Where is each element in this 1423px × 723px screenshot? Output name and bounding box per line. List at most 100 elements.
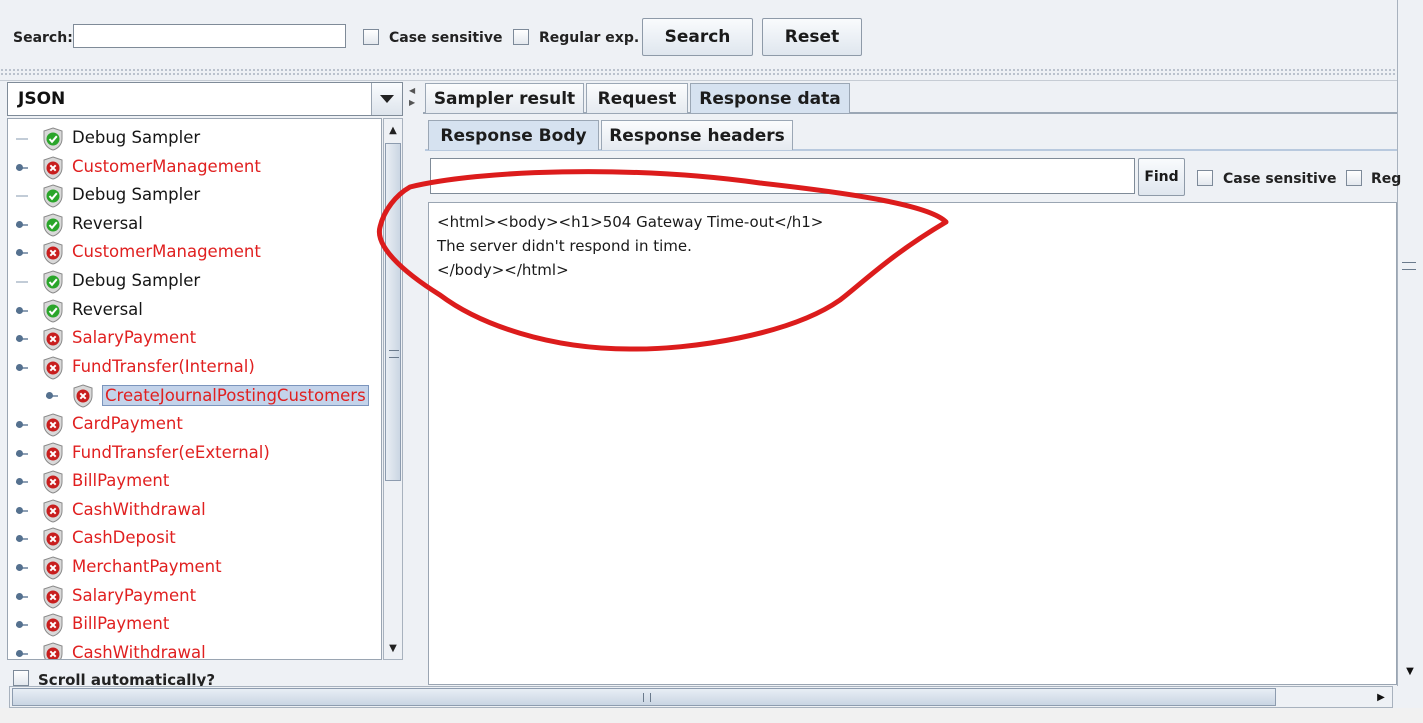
tree-row[interactable]: SalaryPayment [8, 325, 381, 353]
tab-request[interactable]: Request [586, 83, 688, 113]
tree-expand-icon[interactable] [16, 249, 23, 257]
error-shield-icon [43, 356, 63, 380]
tab-response-body[interactable]: Response Body [428, 120, 599, 150]
tree-row[interactable]: CashDeposit [8, 525, 381, 553]
annotation-circle [376, 169, 949, 352]
tree-item-label: FundTransfer(eExternal) [72, 442, 270, 462]
tree-row[interactable]: CashWithdrawal [8, 497, 381, 525]
tree-expand-icon[interactable] [16, 506, 23, 514]
splitter-left-arrow-icon[interactable]: ◀ [409, 86, 415, 95]
tree-row[interactable]: FundTransfer(eExternal) [8, 440, 381, 468]
error-shield-icon [43, 585, 63, 609]
tree-item-label: CashDeposit [72, 528, 176, 548]
search-label: Search: [13, 30, 73, 46]
chevron-down-icon[interactable] [371, 83, 402, 115]
tree-row[interactable]: Debug Sampler [8, 125, 381, 153]
splitter-right-arrow-icon[interactable]: ▶ [409, 98, 415, 107]
tree-item-label: Debug Sampler [72, 185, 201, 205]
renderer-value: JSON [18, 89, 66, 109]
success-shield-icon [43, 299, 63, 323]
tree-row[interactable]: Debug Sampler [8, 268, 381, 296]
regex-checkbox[interactable] [513, 29, 529, 45]
tree-row[interactable]: Reversal [8, 211, 381, 239]
horizontal-scrollbar[interactable]: ▶ [9, 686, 1393, 708]
right-scroll-down-icon[interactable]: ▼ [1400, 660, 1420, 682]
success-shield-icon [43, 127, 63, 151]
error-shield-icon [43, 527, 63, 551]
tree-item-label: CustomerManagement [72, 156, 261, 176]
tree-expand-icon[interactable] [16, 621, 23, 629]
tree-row[interactable]: MerchantPayment [8, 554, 381, 582]
find-button[interactable]: Find [1138, 158, 1185, 196]
tree-expand-icon[interactable] [16, 220, 23, 228]
search-button[interactable]: Search [642, 18, 753, 56]
tree-item-label: BillPayment [72, 471, 170, 491]
tree-item-label: CreateJournalPostingCustomers [102, 385, 369, 407]
tree-expand-icon[interactable] [16, 649, 23, 657]
renderer-combobox[interactable]: JSON [7, 82, 403, 116]
scroll-up-icon[interactable]: ▲ [384, 119, 402, 141]
tree-item-label: FundTransfer(Internal) [72, 356, 255, 376]
tree-row[interactable]: Debug Sampler [8, 182, 381, 210]
tree-row[interactable]: Reversal [8, 297, 381, 325]
splitter-grip[interactable] [0, 68, 1397, 76]
tree-row[interactable]: CashWithdrawal [8, 640, 381, 660]
tree-item-label: CashWithdrawal [72, 499, 206, 519]
find-case-sensitive-label: Case sensitive [1223, 171, 1337, 187]
search-input[interactable] [73, 24, 346, 48]
tree-expand-icon[interactable] [16, 449, 23, 457]
error-shield-icon [73, 384, 93, 408]
tree-row[interactable]: BillPayment [8, 468, 381, 496]
tree-expand-icon[interactable] [46, 392, 53, 400]
scroll-down-icon[interactable]: ▼ [384, 637, 402, 659]
horizontal-scroll-thumb[interactable] [12, 688, 1276, 706]
reset-button[interactable]: Reset [762, 18, 862, 56]
tree-connector [16, 195, 28, 198]
tree-expand-icon[interactable] [16, 335, 23, 343]
tree-connector [16, 281, 28, 283]
find-case-sensitive-checkbox[interactable] [1197, 170, 1213, 186]
tree-item-label: Reversal [72, 299, 143, 319]
tree-row[interactable]: CustomerManagement [8, 154, 381, 182]
tree-expand-icon[interactable] [16, 592, 23, 600]
tab-sampler-result[interactable]: Sampler result [425, 83, 584, 113]
results-tree[interactable]: Debug Sampler CustomerManagement Debug Sam… [7, 118, 382, 660]
scroll-auto-checkbox[interactable] [13, 670, 29, 686]
error-shield-icon [43, 327, 63, 351]
tree-row[interactable]: CardPayment [8, 411, 381, 439]
tree-item-label: Debug Sampler [72, 128, 201, 147]
tree-expand-icon[interactable] [16, 306, 23, 314]
tree-item-label: CardPayment [72, 414, 183, 433]
tree-item-label: MerchantPayment [72, 557, 222, 576]
error-shield-icon [43, 613, 63, 637]
tab-response-headers[interactable]: Response headers [601, 120, 793, 150]
find-regex-checkbox[interactable] [1346, 170, 1362, 186]
tree-row[interactable]: BillPayment [8, 611, 381, 639]
error-shield-icon [43, 470, 63, 494]
tree-row[interactable]: CreateJournalPostingCustomers [8, 382, 381, 410]
tree-row[interactable]: FundTransfer(Internal) [8, 354, 381, 382]
status-strip [0, 708, 1423, 723]
right-scroll-grip-icon[interactable] [1402, 262, 1416, 270]
tab-response-data[interactable]: Response data [690, 83, 850, 113]
scroll-right-icon[interactable]: ▶ [1372, 688, 1390, 706]
case-sensitive-checkbox[interactable] [363, 29, 379, 45]
error-shield-icon [43, 442, 63, 466]
tree-expand-icon[interactable] [16, 163, 23, 171]
tree-expand-icon[interactable] [16, 478, 23, 486]
tree-expand-icon[interactable] [16, 564, 23, 571]
success-shield-icon [43, 213, 63, 237]
tree-connector [16, 138, 28, 140]
tree-row[interactable]: SalaryPayment [8, 583, 381, 611]
success-shield-icon [43, 270, 63, 294]
case-sensitive-label: Case sensitive [389, 30, 503, 46]
tree-item-label: Debug Sampler [72, 271, 201, 290]
tree-item-label: SalaryPayment [72, 328, 197, 348]
error-shield-icon [43, 241, 63, 265]
tree-item-label: CashWithdrawal [72, 642, 206, 660]
tree-item-label: BillPayment [72, 614, 170, 634]
tree-collapse-icon[interactable] [16, 363, 23, 371]
tree-expand-icon[interactable] [16, 535, 23, 543]
tree-row[interactable]: CustomerManagement [8, 239, 381, 267]
tree-expand-icon[interactable] [16, 421, 23, 428]
